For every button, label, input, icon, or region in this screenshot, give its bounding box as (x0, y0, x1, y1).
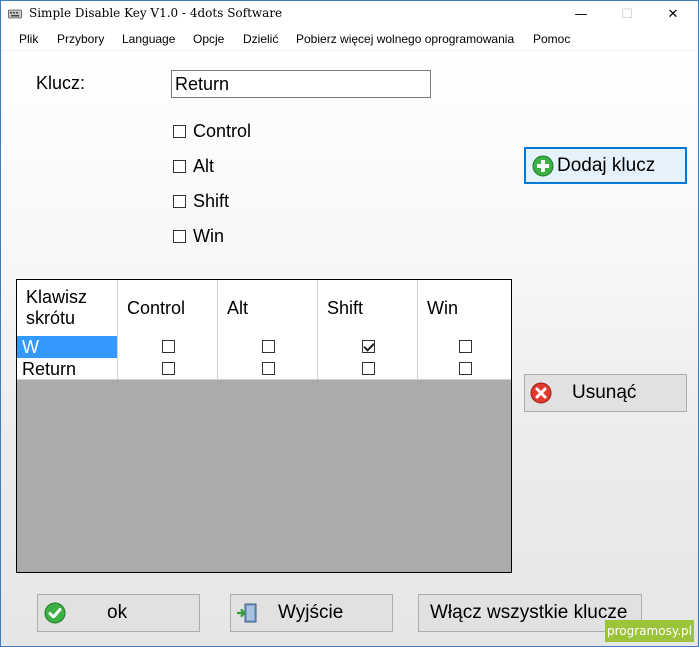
control-label: Control (193, 120, 252, 141)
row-win-checkbox[interactable] (458, 340, 472, 353)
ok-label: ok (107, 602, 128, 623)
row-control-checkbox[interactable] (161, 340, 175, 353)
app-icon (8, 9, 22, 19)
row-win-cell[interactable] (418, 358, 511, 380)
menu-item-przybory[interactable]: Przybory (57, 32, 104, 46)
column-header-key-label: Klawisz skrótu (26, 287, 88, 328)
plus-icon (532, 155, 554, 176)
checkmark-icon (44, 602, 66, 624)
alt-checkbox[interactable] (173, 159, 186, 173)
modifier-control[interactable]: Control (173, 120, 251, 142)
add-key-button[interactable]: Dodaj klucz (524, 147, 687, 184)
win-checkbox[interactable] (173, 229, 186, 243)
row-alt-cell[interactable] (218, 358, 318, 380)
key-label: Klucz: (36, 73, 86, 93)
key-input[interactable] (171, 70, 431, 98)
menu-item-opcje[interactable]: Opcje (193, 32, 224, 46)
enable-all-keys-label: Włącz wszystkie klucze (430, 602, 628, 623)
row-control-cell[interactable] (118, 336, 218, 358)
exit-door-icon (237, 603, 257, 623)
row-key-cell[interactable]: Return (17, 358, 118, 380)
maximize-button[interactable]: ☐ (604, 1, 650, 27)
column-header-shift-label: Shift (327, 298, 364, 318)
menu-item-plik[interactable]: Plik (19, 32, 38, 46)
exit-button[interactable]: Wyjście (230, 594, 393, 632)
row-control-checkbox[interactable] (161, 362, 175, 375)
ok-button[interactable]: ok (37, 594, 200, 632)
row-shift-cell[interactable] (318, 358, 418, 380)
menu-item-language[interactable]: Language (122, 32, 175, 46)
table-header: Klawisz skrótu Control Alt Shift Win (17, 280, 511, 336)
row-shift-cell[interactable] (318, 336, 418, 358)
column-header-win-label: Win (427, 298, 458, 318)
row-win-cell[interactable] (418, 336, 511, 358)
minimize-button[interactable]: — (558, 1, 604, 27)
modifier-alt[interactable]: Alt (173, 155, 214, 177)
add-key-label: Dodaj klucz (557, 154, 656, 176)
shortcut-table[interactable]: Klawisz skrótu Control Alt Shift Win W Re… (16, 279, 512, 573)
menu-item-pobierz[interactable]: Pobierz więcej wolnego oprogramowania (296, 32, 514, 46)
menu-item-pomoc[interactable]: Pomoc (533, 32, 570, 46)
title-bar[interactable]: Simple Disable Key V1.0 - 4dots Software… (1, 1, 698, 27)
column-header-key[interactable]: Klawisz skrótu (17, 280, 118, 336)
row-alt-cell[interactable] (218, 336, 318, 358)
row-key-cell[interactable]: W (17, 336, 118, 358)
table-row[interactable]: W (17, 336, 511, 358)
row-alt-checkbox[interactable] (261, 362, 275, 375)
remove-key-label: Usunąć (572, 382, 637, 403)
row-win-checkbox[interactable] (458, 362, 472, 375)
window-title: Simple Disable Key V1.0 - 4dots Software (29, 6, 283, 20)
modifier-win[interactable]: Win (173, 225, 224, 247)
column-header-control-label: Control (127, 298, 186, 318)
row-shift-checkbox[interactable] (361, 340, 375, 353)
close-button[interactable]: ✕ (650, 1, 696, 27)
win-label: Win (193, 225, 224, 246)
column-header-win[interactable]: Win (418, 280, 511, 336)
watermark: programosy.pl (605, 620, 694, 642)
modifier-shift[interactable]: Shift (173, 190, 229, 212)
shift-label: Shift (193, 190, 230, 211)
remove-icon (530, 382, 552, 404)
column-header-alt[interactable]: Alt (218, 280, 318, 336)
alt-label: Alt (193, 155, 215, 176)
table-row[interactable]: Return (17, 358, 511, 380)
row-shift-checkbox[interactable] (361, 362, 375, 375)
shift-checkbox[interactable] (173, 194, 186, 208)
remove-key-button[interactable]: Usunąć (524, 374, 687, 412)
row-alt-checkbox[interactable] (261, 340, 275, 353)
row-control-cell[interactable] (118, 358, 218, 380)
menu-bar: Plik Przybory Language Opcje Dzielić Pob… (1, 27, 698, 51)
menu-item-dzielic[interactable]: Dzielić (243, 32, 278, 46)
control-checkbox[interactable] (173, 124, 186, 138)
column-header-alt-label: Alt (227, 298, 249, 318)
column-header-control[interactable]: Control (118, 280, 218, 336)
exit-label: Wyjście (278, 602, 344, 623)
app-window: Simple Disable Key V1.0 - 4dots Software… (0, 0, 699, 647)
column-header-shift[interactable]: Shift (318, 280, 418, 336)
